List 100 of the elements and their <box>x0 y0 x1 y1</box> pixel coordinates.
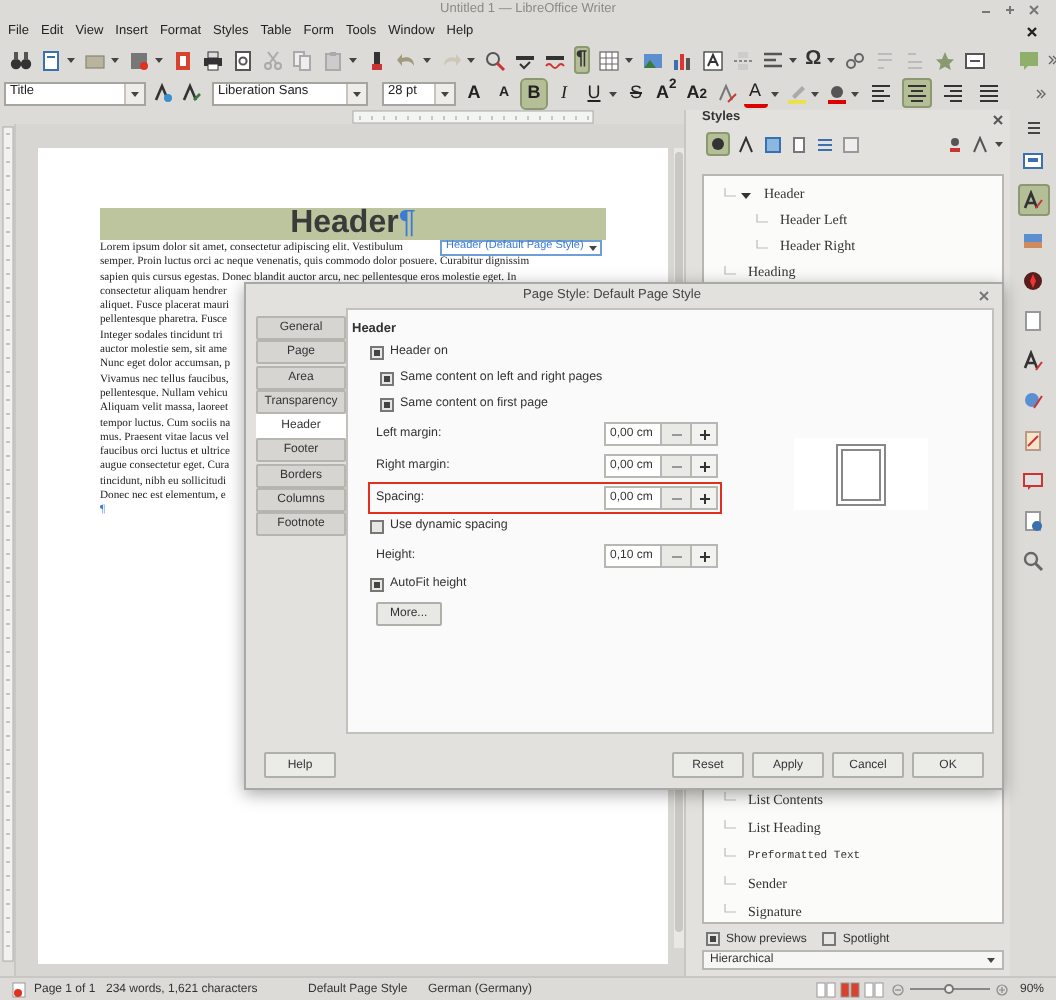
table-icon[interactable] <box>597 49 620 71</box>
page-styles-icon[interactable] <box>790 135 808 153</box>
plus-button[interactable] <box>690 486 718 510</box>
caret-icon[interactable] <box>849 89 860 97</box>
find-replace-icon[interactable] <box>10 49 32 71</box>
save-icon[interactable] <box>128 49 150 71</box>
underline-button[interactable]: U <box>582 79 606 107</box>
header-text: Header <box>290 208 399 240</box>
checkbox[interactable] <box>370 346 384 360</box>
caret-icon[interactable] <box>466 56 476 64</box>
formatting-marks-button[interactable]: ¶ <box>574 46 590 74</box>
caret-icon[interactable] <box>66 56 76 64</box>
chart-icon[interactable] <box>671 49 694 71</box>
clear-formatting-icon[interactable] <box>715 82 738 104</box>
paragraph-styles-button[interactable] <box>706 132 730 156</box>
page-outline-icon <box>836 443 886 505</box>
grow-font-button[interactable]: A <box>462 79 486 107</box>
slider-thumb[interactable] <box>944 983 955 993</box>
find-icon[interactable] <box>484 49 506 71</box>
close-icon[interactable] <box>978 290 990 302</box>
caret-icon[interactable] <box>809 89 820 97</box>
more-icon[interactable] <box>1047 54 1056 66</box>
special-character-button[interactable]: Ω <box>805 50 822 70</box>
zoom-in-icon[interactable] <box>995 983 1008 995</box>
inspector-icon <box>1022 349 1044 371</box>
field-icon[interactable] <box>761 49 784 71</box>
close-icon[interactable] <box>1028 4 1040 16</box>
caret-icon[interactable] <box>986 956 996 964</box>
caret-icon[interactable] <box>623 56 634 64</box>
checkbox[interactable] <box>706 932 720 946</box>
character-styles-icon[interactable] <box>738 135 756 153</box>
page-break-icon[interactable] <box>731 49 754 71</box>
italic-button[interactable]: I <box>552 79 576 107</box>
align-center-button[interactable] <box>901 78 932 108</box>
paragraph-style-icon <box>710 136 726 152</box>
checkbox[interactable] <box>380 372 394 386</box>
subscript-button[interactable]: A$_{2}$ <box>684 79 710 107</box>
superscript-button[interactable]: A$^{2}$ <box>654 79 679 107</box>
paragraph-mark: ¶ <box>398 208 416 240</box>
paintbrush-icon[interactable] <box>366 49 388 71</box>
new-style-icon[interactable] <box>972 135 990 153</box>
caret-icon[interactable] <box>994 140 1004 148</box>
info-icon <box>1022 509 1044 531</box>
maximize-icon[interactable] <box>1004 4 1016 16</box>
text-box-icon[interactable] <box>701 49 724 71</box>
new-style-icon[interactable] <box>180 82 202 104</box>
image-icon[interactable] <box>641 49 664 71</box>
link-icon[interactable] <box>843 49 866 71</box>
fill-format-icon[interactable] <box>946 135 964 153</box>
align-lines-icon <box>941 82 964 104</box>
more-icon[interactable] <box>1036 87 1046 99</box>
caret-icon[interactable] <box>825 56 836 64</box>
align-lines-icon <box>869 82 892 104</box>
caret-icon[interactable] <box>110 56 120 64</box>
tree-line-icon <box>724 187 736 203</box>
caret-icon[interactable] <box>787 56 798 64</box>
align-lines-icon <box>905 82 928 104</box>
close-document-icon[interactable] <box>1026 26 1038 38</box>
align-lines-icon <box>977 82 1000 104</box>
styles-icon <box>1022 189 1044 211</box>
print-preview-icon[interactable] <box>232 49 254 71</box>
plus-icon <box>697 491 711 505</box>
sidebar-tab[interactable] <box>1017 184 1049 216</box>
plus-icon <box>697 427 711 441</box>
caret-icon[interactable] <box>769 89 780 97</box>
plus-button[interactable] <box>690 454 718 478</box>
update-style-icon[interactable] <box>152 82 174 104</box>
bookmark-star-icon[interactable] <box>933 49 956 71</box>
multi-page-view-icon[interactable] <box>839 981 860 997</box>
checkbox[interactable] <box>380 398 394 412</box>
caret-icon[interactable] <box>422 56 432 64</box>
comment-icon <box>1022 469 1044 491</box>
list-styles-icon[interactable] <box>816 135 834 153</box>
plus-button[interactable] <box>690 544 718 568</box>
printer-icon[interactable] <box>202 49 224 71</box>
caret-icon[interactable] <box>352 89 362 97</box>
caret-icon[interactable] <box>154 56 164 64</box>
caret-icon[interactable] <box>130 89 140 97</box>
caret-icon[interactable] <box>348 56 358 64</box>
changes-icon <box>1022 389 1044 411</box>
caret-icon[interactable] <box>440 89 450 97</box>
checkbox[interactable] <box>370 520 384 534</box>
zoom-out-icon[interactable] <box>891 983 904 995</box>
bold-button[interactable]: B <box>522 79 546 107</box>
tree-line-icon <box>756 213 768 229</box>
background-color-icon[interactable] <box>825 82 848 104</box>
caret-icon[interactable] <box>608 89 618 97</box>
caret-icon[interactable] <box>587 244 598 252</box>
new-document-icon[interactable] <box>40 49 62 71</box>
checkbox[interactable] <box>370 578 384 592</box>
frame-styles-icon[interactable] <box>764 135 782 153</box>
expanded-arrow-icon[interactable] <box>740 189 752 201</box>
cross-reference-icon[interactable] <box>963 49 986 71</box>
checkbox[interactable] <box>822 932 837 946</box>
menu-icon[interactable] <box>1025 120 1041 136</box>
pdf-export-icon[interactable] <box>172 49 194 71</box>
close-panel-icon[interactable] <box>992 113 1004 125</box>
document-modified-icon[interactable] <box>12 981 26 997</box>
strikethrough-button[interactable]: S <box>624 79 648 107</box>
plus-button[interactable] <box>690 422 718 446</box>
